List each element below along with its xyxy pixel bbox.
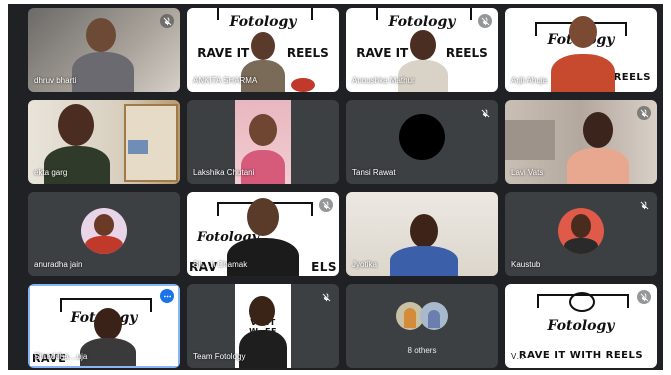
- participant-name: dhruv bharti: [34, 76, 77, 85]
- mic-off-icon: [478, 106, 492, 120]
- others-tile[interactable]: 8 others: [346, 284, 498, 368]
- participant-name: Tansi Rawat: [352, 168, 396, 177]
- participant-name: ANKITA SHARMA: [193, 76, 258, 85]
- participant-tile[interactable]: Lakshika Chutani: [187, 100, 339, 184]
- participant-tile[interactable]: Tansi Rawat: [346, 100, 498, 184]
- participant-name: ekta garg: [34, 168, 68, 177]
- mic-off-icon: [637, 106, 651, 120]
- participant-tile[interactable]: Kaustub: [505, 192, 657, 276]
- mic-off-icon: [319, 198, 333, 212]
- participant-tile[interactable]: anuradha jain: [28, 192, 180, 276]
- participant-name: Jyotika: [352, 260, 377, 269]
- participant-tile[interactable]: Jyotika: [346, 192, 498, 276]
- participant-tile[interactable]: Fotology RAV ELS Sh…h Chamak: [187, 192, 339, 276]
- mic-off-icon: [319, 290, 333, 304]
- participant-name: Anoushka Mathur: [352, 76, 415, 85]
- participant-tile[interactable]: ekta garg: [28, 100, 180, 184]
- mic-off-icon: [478, 14, 492, 28]
- participant-tile[interactable]: Fotology RAVE IT WITH REELS V…: [505, 284, 657, 368]
- more-options-icon[interactable]: [160, 289, 174, 303]
- participant-tile[interactable]: dhruv bharti: [28, 8, 180, 92]
- avatar: [420, 302, 448, 330]
- avatar: [558, 207, 604, 254]
- meeting-grid: dhruv bharti Fotology RAVE IT REELS ANKI…: [8, 4, 663, 370]
- avatar: [399, 113, 445, 160]
- avatar: [81, 207, 127, 254]
- fotology-poster: Fotology RAVE IT WITH REELS: [505, 284, 657, 368]
- participant-tile[interactable]: Fotology RAVE IT REELS ANKITA SHARMA: [187, 8, 339, 92]
- participant-name: Team Fotology: [193, 352, 246, 361]
- mic-off-icon: [637, 198, 651, 212]
- mic-off-icon: [160, 14, 174, 28]
- others-count: 8 others: [407, 346, 437, 355]
- participant-name: V…: [511, 352, 525, 361]
- participant-name: Sh…h Chamak: [193, 260, 248, 269]
- participant-name: Kaustub: [511, 260, 541, 269]
- mic-off-icon: [637, 290, 651, 304]
- participant-tile[interactable]: VE IT W EE Team Fotology: [187, 284, 339, 368]
- participant-tile[interactable]: Fotology RAVE Shraddha…uja: [28, 284, 180, 368]
- participant-tile[interactable]: Fotology REELS Arjit Ahuja: [505, 8, 657, 92]
- participant-name: Shraddha…uja: [34, 352, 88, 361]
- participant-tile[interactable]: Fotology RAVE IT REELS Anoushka Mathur: [346, 8, 498, 92]
- participant-name: anuradha jain: [34, 260, 83, 269]
- participant-name: Arjit Ahuja: [511, 76, 548, 85]
- participant-name: Lavi Vats: [511, 168, 544, 177]
- participant-name: Lakshika Chutani: [193, 168, 255, 177]
- participant-tile[interactable]: Lavi Vats: [505, 100, 657, 184]
